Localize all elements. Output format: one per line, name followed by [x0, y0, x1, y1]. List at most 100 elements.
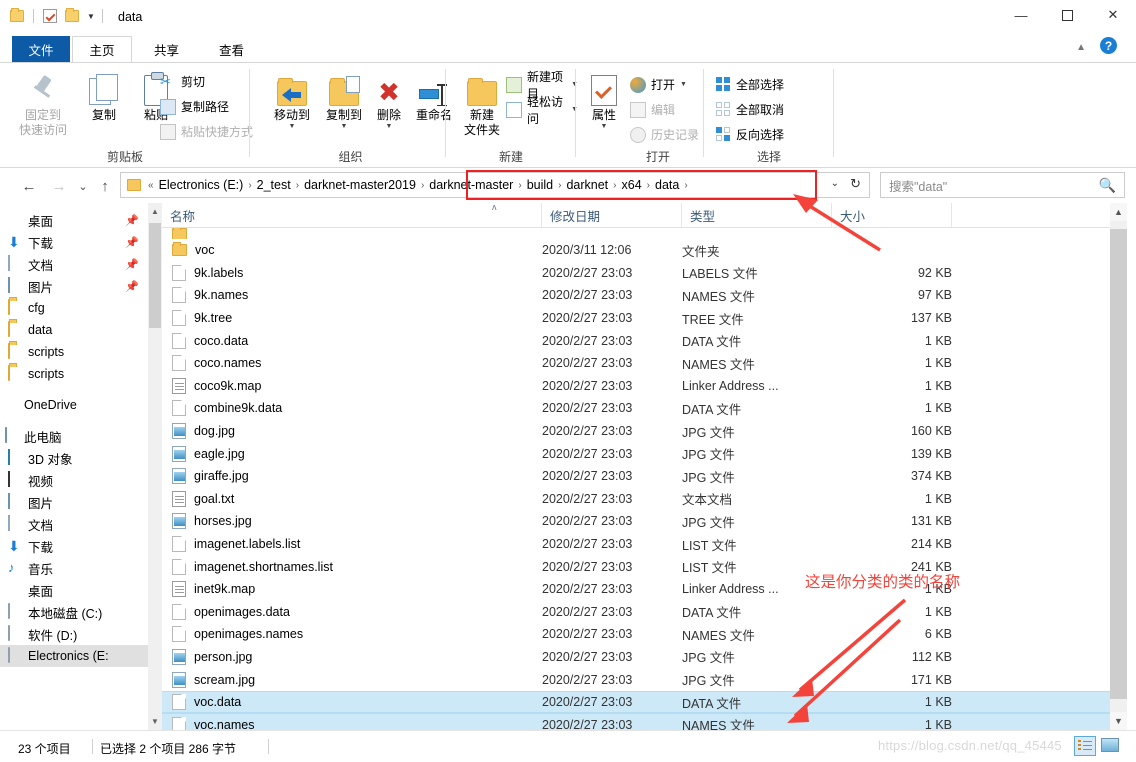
large-icons-view-button[interactable]	[1100, 736, 1122, 756]
pin-to-quick-access-button[interactable]: 固定到 快速访问	[12, 68, 74, 138]
sidebar-item-onedrive[interactable]: OneDrive	[0, 394, 148, 416]
navigation-pane[interactable]: 桌面 📌 ⬇ 下载 📌 文档 📌 图片 📌 cfg data scripts script…	[0, 203, 148, 730]
back-button[interactable]: ←	[18, 176, 40, 196]
table-row[interactable]	[162, 228, 1110, 239]
sidebar-item-scripts-1[interactable]: scripts	[0, 341, 148, 363]
table-row[interactable]: goal.txt 2020/2/27 23:03 文本文档 1 KB	[162, 488, 1110, 511]
sidebar-item-this-pc[interactable]: 此电脑	[0, 425, 148, 447]
breadcrumb-2test[interactable]: 2_test	[253, 178, 295, 192]
sidebar-item-videos[interactable]: 视频	[0, 469, 148, 491]
table-row[interactable]: voc.names 2020/2/27 23:03 NAMES 文件 1 KB	[162, 713, 1110, 730]
file-name-cell[interactable]: scream.jpg	[162, 671, 542, 688]
tab-home[interactable]: 主页	[72, 36, 132, 62]
chevron-down-icon[interactable]: ▼	[316, 123, 372, 130]
properties-button[interactable]: 属性 ▼	[582, 68, 626, 130]
file-name-cell[interactable]: openimages.names	[162, 626, 542, 643]
sidebar-item-desktop-pc[interactable]: 桌面	[0, 579, 148, 601]
pin-icon[interactable]: 📌	[125, 236, 139, 249]
table-row[interactable]: imagenet.shortnames.list 2020/2/27 23:03 L…	[162, 555, 1110, 578]
file-name-cell[interactable]: dog.jpg	[162, 423, 542, 440]
sidebar-item-scripts-2[interactable]: scripts	[0, 363, 148, 385]
scrollbar-thumb[interactable]	[1110, 229, 1127, 699]
details-view-button[interactable]	[1074, 736, 1096, 756]
invert-selection-button[interactable]: 反向选择	[716, 124, 784, 145]
breadcrumb-darknet-master2019[interactable]: darknet-master2019	[300, 178, 420, 192]
scroll-up-icon[interactable]: ▲	[148, 203, 162, 220]
breadcrumb-electronics[interactable]: Electronics (E:)	[155, 178, 248, 192]
chevron-down-icon[interactable]: ⌄	[831, 178, 839, 189]
table-row[interactable]: coco9k.map 2020/2/27 23:03 Linker Address …	[162, 375, 1110, 398]
file-name-cell[interactable]: person.jpg	[162, 648, 542, 665]
table-row[interactable]: eagle.jpg 2020/2/27 23:03 JPG 文件 139 KB	[162, 442, 1110, 465]
column-name[interactable]: 名称	[162, 203, 542, 227]
checkmark-properties-icon[interactable]	[43, 9, 57, 23]
file-rows[interactable]: voc 2020/3/11 12:06 文件夹 9k.labels 2020/2/27 …	[162, 228, 1110, 730]
sidebar-item-electronics-e[interactable]: Electronics (E:	[0, 645, 148, 667]
table-row[interactable]: horses.jpg 2020/2/27 23:03 JPG 文件 131 KB	[162, 510, 1110, 533]
sidebar-item-cfg[interactable]: cfg	[0, 297, 148, 319]
file-name-cell[interactable]: coco.names	[162, 355, 542, 372]
sidebar-item-documents-pc[interactable]: 文档	[0, 513, 148, 535]
table-row[interactable]: imagenet.labels.list 2020/2/27 23:03 LIST …	[162, 533, 1110, 556]
table-row[interactable]: voc 2020/3/11 12:06 文件夹	[162, 239, 1110, 262]
copy-button[interactable]: 复制	[76, 68, 132, 123]
forward-button[interactable]: →	[48, 176, 70, 196]
cut-button[interactable]: ✂ 剪切	[160, 71, 205, 92]
open-button[interactable]: 打开 ▼	[630, 74, 687, 95]
table-row[interactable]: coco.names 2020/2/27 23:03 NAMES 文件 1 KB	[162, 352, 1110, 375]
file-name-cell[interactable]: combine9k.data	[162, 400, 542, 417]
search-input[interactable]: 搜索"data"	[881, 176, 947, 195]
paste-shortcut-button[interactable]: 粘贴快捷方式	[160, 121, 253, 142]
file-name-cell[interactable]: voc	[162, 242, 542, 257]
table-row[interactable]: combine9k.data 2020/2/27 23:03 DATA 文件 1 KB	[162, 397, 1110, 420]
up-button[interactable]: ↑	[94, 176, 116, 196]
table-row[interactable]: openimages.data 2020/2/27 23:03 DATA 文件 1 K…	[162, 601, 1110, 624]
copy-path-button[interactable]: 复制路径	[160, 96, 229, 117]
tab-file[interactable]: 文件	[12, 36, 70, 62]
help-button[interactable]: ?	[1100, 37, 1117, 54]
table-row[interactable]: 9k.names 2020/2/27 23:03 NAMES 文件 97 KB	[162, 284, 1110, 307]
scroll-down-icon[interactable]: ▼	[148, 713, 162, 730]
file-name-cell[interactable]: inet9k.map	[162, 581, 542, 598]
sidebar-item-local-disk-c[interactable]: 本地磁盘 (C:)	[0, 601, 148, 623]
sidebar-item-music[interactable]: ♪ 音乐	[0, 557, 148, 579]
tab-view[interactable]: 查看	[205, 36, 258, 62]
search-box[interactable]: 搜索"data" 🔍	[880, 172, 1125, 198]
breadcrumb-overflow[interactable]: «	[147, 180, 155, 191]
column-date[interactable]: 修改日期	[542, 203, 682, 227]
file-name-cell[interactable]: eagle.jpg	[162, 445, 542, 462]
file-name-cell[interactable]: giraffe.jpg	[162, 468, 542, 485]
table-row[interactable]: 9k.tree 2020/2/27 23:03 TREE 文件 137 KB	[162, 307, 1110, 330]
close-button[interactable]: ✕	[1090, 0, 1136, 30]
chevron-down-icon[interactable]: ▼	[680, 81, 687, 88]
copy-to-button[interactable]: 复制到 ▼	[316, 68, 372, 130]
file-name-cell[interactable]: voc.names	[162, 716, 542, 730]
table-row[interactable]: coco.data 2020/2/27 23:03 DATA 文件 1 KB	[162, 329, 1110, 352]
file-name-cell[interactable]: imagenet.labels.list	[162, 536, 542, 553]
sidebar-item-downloads[interactable]: ⬇ 下载 📌	[0, 231, 148, 253]
sidebar-item-pictures-pc[interactable]: 图片	[0, 491, 148, 513]
new-folder-button[interactable]: 新建 文件夹	[454, 68, 510, 138]
table-row[interactable]: giraffe.jpg 2020/2/27 23:03 JPG 文件 374 KB	[162, 465, 1110, 488]
move-to-button[interactable]: 移动到 ▼	[264, 68, 320, 130]
file-list-pane[interactable]: 名称 修改日期 类型 大小 ʌ voc 2020/3/11 12:06 文件夹 9k.…	[162, 203, 1110, 730]
history-button[interactable]: 历史记录	[630, 124, 699, 145]
column-size[interactable]: 大小	[832, 203, 952, 227]
sidebar-item-disk-d[interactable]: 软件 (D:)	[0, 623, 148, 645]
chevron-down-icon[interactable]: ▼	[582, 123, 626, 130]
chevron-down-icon[interactable]: ▼	[87, 12, 95, 21]
sidebar-item-desktop[interactable]: 桌面 📌	[0, 209, 148, 231]
sidebar-scrollbar[interactable]: ▲ ▼	[148, 203, 162, 730]
ribbon-tabs[interactable]: 文件 主页 共享 查看	[0, 36, 1136, 62]
column-headers[interactable]: 名称 修改日期 类型 大小 ʌ	[162, 203, 1110, 228]
table-row[interactable]: openimages.names 2020/2/27 23:03 NAMES 文件 6…	[162, 623, 1110, 646]
file-name-cell[interactable]: coco9k.map	[162, 377, 542, 394]
window-controls[interactable]: — ✕	[998, 0, 1136, 30]
edit-button[interactable]: 编辑	[630, 99, 675, 120]
table-row[interactable]: person.jpg 2020/2/27 23:03 JPG 文件 112 KB	[162, 646, 1110, 669]
select-all-button[interactable]: 全部选择	[716, 74, 784, 95]
chevron-up-icon[interactable]: ▲	[1076, 42, 1086, 53]
table-row[interactable]: scream.jpg 2020/2/27 23:03 JPG 文件 171 KB	[162, 668, 1110, 691]
sidebar-item-pictures[interactable]: 图片 📌	[0, 275, 148, 297]
table-row[interactable]: voc.data 2020/2/27 23:03 DATA 文件 1 KB	[162, 690, 1110, 714]
